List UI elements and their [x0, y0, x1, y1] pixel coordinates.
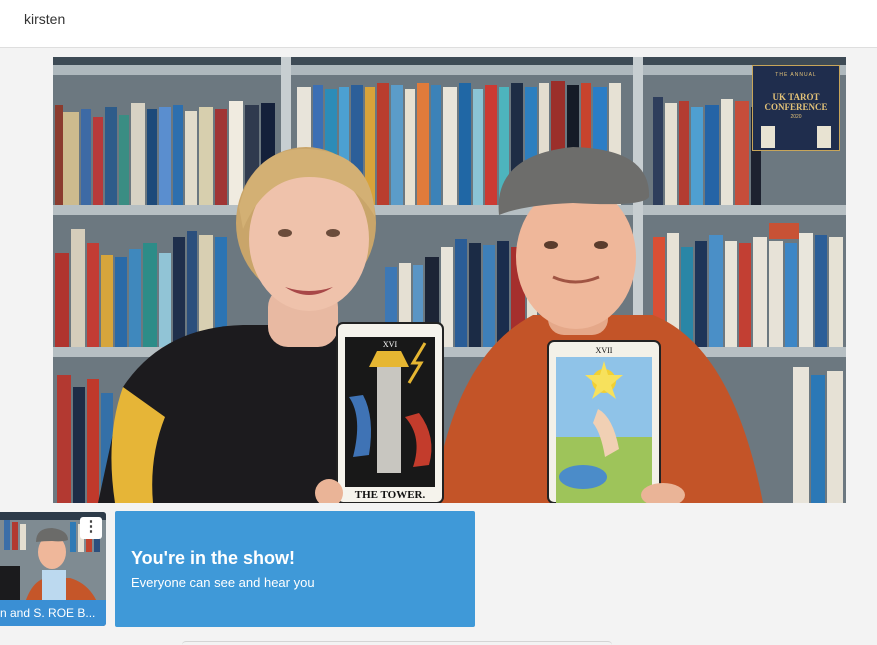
badge-cards-icon [753, 126, 839, 148]
left-card-title: THE TOWER. [355, 489, 426, 501]
video-frame: XVI THE TOWER. XVII [53, 57, 846, 503]
left-card-number: XVI [383, 340, 398, 349]
in-show-notice: You're in the show! Everyone can see and… [115, 511, 475, 627]
participant-name-label: n and S. ROE B... [0, 600, 106, 626]
main-video-stage: XVI THE TOWER. XVII THE ANNUAL UK TAROT … [53, 57, 846, 503]
top-bar: kirsten [0, 0, 877, 48]
notice-title: You're in the show! [131, 548, 295, 568]
bottom-toolbar-edge [182, 641, 612, 645]
badge-year: 2020 [790, 114, 802, 120]
badge-line-1: UK TAROT [772, 92, 820, 102]
badge-line-2: CONFERENCE [764, 102, 828, 112]
participant-thumbnail[interactable]: ⋮ n and S. ROE B... [0, 512, 106, 626]
notice-subtitle: Everyone can see and hear you [131, 575, 315, 590]
more-vertical-icon[interactable]: ⋮ [80, 517, 102, 539]
conference-logo-badge: THE ANNUAL UK TAROT CONFERENCE 2020 [752, 65, 840, 151]
right-card-number: XVII [596, 346, 613, 355]
badge-top-label: THE ANNUAL [775, 72, 817, 78]
username-label: kirsten [24, 11, 66, 27]
